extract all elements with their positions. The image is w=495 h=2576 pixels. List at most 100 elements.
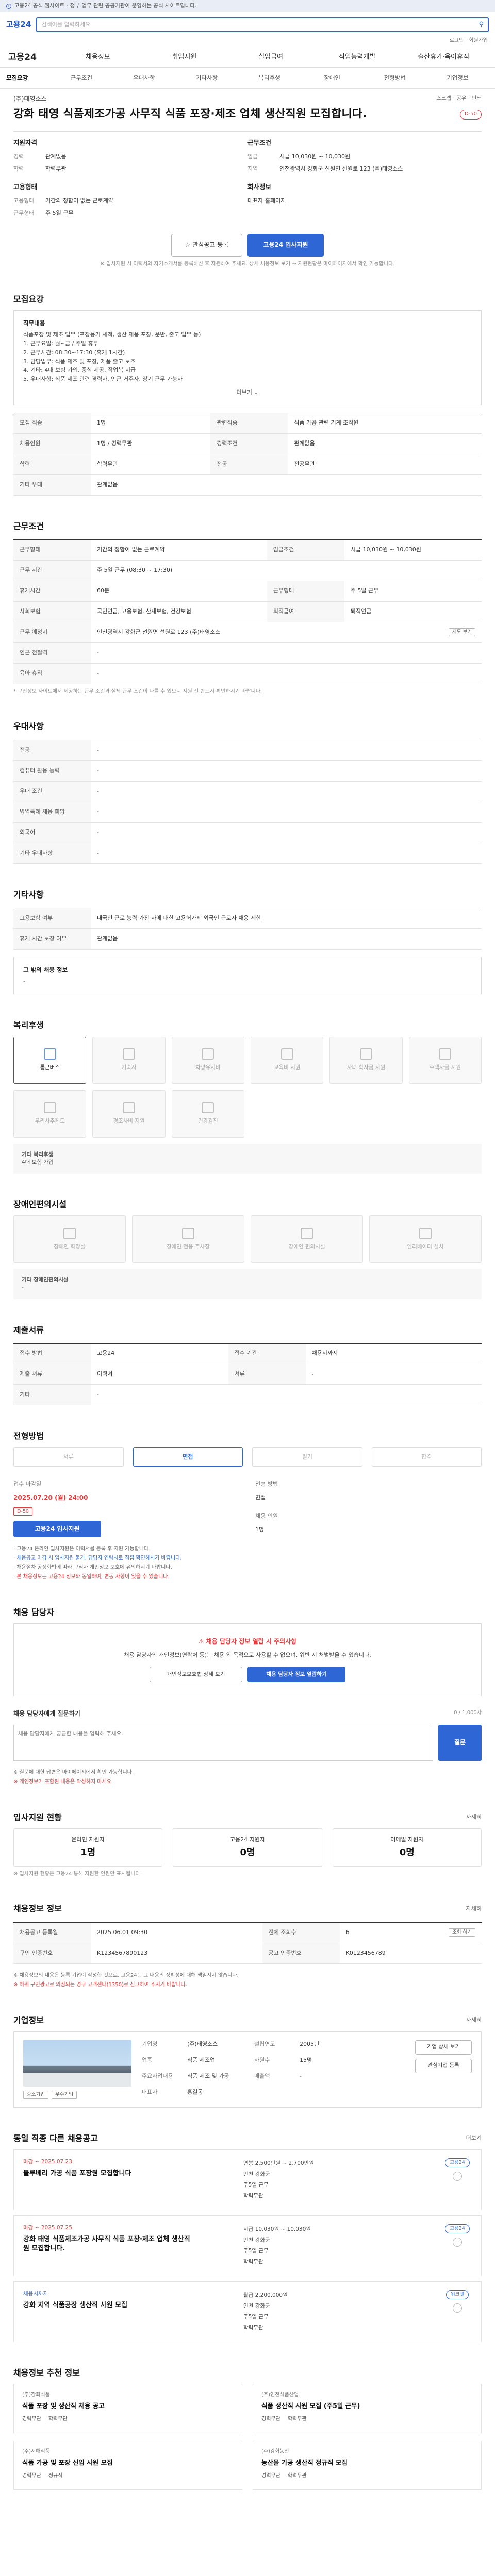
job-card[interactable]: 채용시까지 강화 지역 식품공장 생산직 사원 모집 월급 2,200,000원 인… — [13, 2281, 482, 2342]
question-submit-button[interactable]: 질문 — [438, 1724, 482, 1761]
company-key: 업종 — [142, 2056, 153, 2063]
gnb-item[interactable]: 출산휴가·육아휴직 — [400, 53, 487, 62]
welfare-label: 차량유지비 — [195, 1064, 221, 1071]
box-text: - — [23, 978, 25, 985]
warning-icon: ⚠ — [198, 1638, 204, 1646]
info-more-link[interactable]: 자세히 — [466, 1905, 482, 1913]
tab-welfare[interactable]: 복리후생 — [238, 74, 301, 82]
table-value: 고용24 — [91, 1343, 228, 1364]
company-name[interactable]: (주)태영소스 — [13, 95, 47, 104]
welfare-item: 기숙사 — [92, 1036, 166, 1084]
page-actions[interactable]: 스크랩 · 공유 · 인쇄 — [436, 95, 482, 104]
search-input[interactable]: 검색어를 입력하세요 ⚲ — [36, 17, 489, 32]
company-value: 홍길동 — [187, 2088, 203, 2095]
summary-key: 경력 — [13, 153, 24, 160]
job-card-title[interactable]: 강화 태영 식품제조가공 사무직 식품 포장·제조 업체 생산직원 모집합니다. — [23, 2235, 193, 2253]
materials-table: 접수 방법 고용24 접수 기간 채용시까지 제출 서류 이력서 서류 - 기타 - — [13, 1343, 482, 1405]
welfare-item: 통근버스 — [13, 1036, 87, 1084]
welfare-item: 교육비 지원 — [250, 1036, 324, 1084]
related-company: (주)인천식품산업 — [261, 2392, 299, 2398]
related-section: 채용정보 추천 정보 (주)강화식품 식품 포장 및 생산직 채용 공고 경력무관 학… — [13, 2367, 482, 2490]
gnb-logo[interactable]: 고용24 — [8, 51, 55, 64]
related-tag: 경력무관 — [22, 2473, 41, 2479]
view-contact-button[interactable]: 채용 담당자 정보 열람하기 — [248, 1667, 345, 1683]
bullet: ※ 개인정보가 포함된 내용은 작성하지 마세요. — [13, 1778, 113, 1785]
gnb-item[interactable]: 채용정보 — [55, 53, 141, 62]
table-value: 6 — [345, 1929, 350, 1936]
job-card[interactable]: 마감 ~ 2025.07.25 강화 태영 식품제조가공 사무직 식품 포장·제조… — [13, 2215, 482, 2276]
tab-recruit[interactable]: 모집요강 — [6, 74, 50, 82]
company-card: 중소기업 우수기업 기업명 (주)태영소스 설립연도 2005년 업종 식품 제조업 사원… — [13, 2031, 482, 2108]
company-info-links[interactable]: 대표자 홈페이지 — [248, 197, 286, 205]
tab-work[interactable]: 근무조건 — [50, 74, 113, 82]
job-meta: 학력무관 — [243, 2192, 263, 2199]
process-apply-button[interactable]: 고용24 입사지원 — [13, 1521, 101, 1538]
tab-prefer[interactable]: 우대사항 — [113, 74, 176, 82]
disability-label: 장애인 편의시설 — [288, 1243, 325, 1250]
gnb-item[interactable]: 취업지원 — [141, 53, 228, 62]
table-key: 관련직종 — [210, 413, 288, 434]
related-company: (주)강화식품 — [22, 2392, 50, 2398]
tab-disability[interactable]: 장애인 — [301, 74, 364, 82]
table-value: 기간의 정함이 없는 근로계약 — [91, 539, 267, 561]
apply-button[interactable]: 고용24 입사지원 — [248, 234, 324, 257]
table-key: 근무형태 — [267, 581, 344, 602]
job-date: 마감 ~ 2025.07.23 — [23, 2158, 72, 2165]
question-textarea[interactable] — [13, 1724, 433, 1761]
star-icon[interactable] — [453, 2171, 462, 2181]
etc-section: 기타사항 고용보험 여부 내국인 근로 능력 가진 자에 대한 고용허가제 외국인… — [13, 889, 482, 995]
table-key: 휴게 시간 보장 여부 — [13, 928, 91, 950]
welfare-item: 자녀 학자금 지원 — [329, 1036, 403, 1084]
table-value: - — [91, 843, 482, 864]
star-icon[interactable] — [453, 2237, 462, 2247]
tab-etc[interactable]: 기타사항 — [175, 74, 238, 82]
related-title[interactable]: 농산물 가공 생산직 정규직 모집 — [261, 2459, 473, 2467]
house-icon — [439, 1048, 452, 1060]
signup-link[interactable]: 회원가입 — [469, 37, 488, 47]
related-card[interactable]: (주)서해식품 식품 가공 및 포장 신입 사원 모집 경력무관 정규직 — [13, 2440, 242, 2490]
scrap-button[interactable]: ☆ 관심공고 등록 — [171, 234, 242, 257]
gnb-item[interactable]: 직업능력개발 — [314, 53, 401, 62]
related-card[interactable]: (주)강화농산 농산물 가공 생산직 정규직 모집 경력무관 학력무관 — [253, 2440, 482, 2490]
privacy-button[interactable]: 개인정보보호법 상세 보기 — [150, 1667, 242, 1683]
related-card[interactable]: (주)강화식품 식품 포장 및 생산직 채용 공고 경력무관 학력무관 — [13, 2383, 242, 2433]
gnb-item[interactable]: 실업급여 — [227, 53, 314, 62]
login-link[interactable]: 로그인 — [450, 37, 464, 47]
desc-line: 3. 담당업무: 식품 제조 및 포장, 제품 출고 보조 — [23, 358, 136, 365]
table-value: - — [91, 1384, 482, 1405]
stats-more-link[interactable]: 자세히 — [466, 1813, 482, 1821]
tab-company[interactable]: 기업정보 — [426, 74, 489, 82]
related-title[interactable]: 식품 가공 및 포장 신입 사원 모집 — [22, 2459, 234, 2467]
company-value: - — [300, 2072, 302, 2079]
table-value: 관계없음 — [288, 433, 482, 454]
company-detail-button[interactable]: 기업 상세 보기 — [415, 2040, 472, 2055]
job-card-title[interactable]: 블루베리 가공 식품 포장원 모집합니다 — [23, 2169, 193, 2178]
more-button[interactable]: 더보기 ⌄ — [23, 388, 472, 397]
bullet: ※ 채용정보의 내용은 등록 기업이 작성한 것으로, 고용24는 그 내용의 … — [13, 1972, 239, 1978]
disability-grid: 장애인 화장실 장애인 전용 주차장 장애인 편의시설 엘리베이터 설치 — [13, 1215, 482, 1263]
tab-process[interactable]: 전형방법 — [364, 74, 426, 82]
process-bullets: · 고용24 온라인 입사지원은 이력서를 등록 후 지원 가능합니다. · 채… — [13, 1545, 482, 1582]
similar-more-link[interactable]: 더보기 — [466, 2134, 482, 2142]
stat-card: 이메일 지원자 0명 — [332, 1828, 482, 1867]
job-meta: 학력무관 — [243, 2258, 263, 2265]
bullet: · 고용24 온라인 입사지원은 이력서를 등록 후 지원 가능합니다. — [13, 1546, 151, 1552]
table-value: - — [91, 740, 482, 761]
view-count-button[interactable]: 조회 하기 — [449, 1928, 475, 1937]
job-card[interactable]: 마감 ~ 2025.07.23 블루베리 가공 식품 포장원 모집합니다 연봉 2… — [13, 2149, 482, 2210]
table-value: - — [305, 1364, 482, 1385]
related-title[interactable]: 식품 포장 및 생산직 채용 공고 — [22, 2402, 234, 2411]
search-icon[interactable]: ⚲ — [478, 20, 484, 30]
site-logo[interactable]: 고용24 — [6, 19, 31, 30]
job-card-title[interactable]: 강화 지역 식품공장 생산직 사원 모집 — [23, 2301, 193, 2310]
table-value: 관계없음 — [91, 928, 482, 950]
summary-heading: 고용형태 — [13, 183, 38, 191]
related-card[interactable]: (주)인천식품산업 식품 생산직 사원 모집 (주5일 근무) 경력무관 학력무관 — [253, 2383, 482, 2433]
star-icon[interactable] — [453, 2303, 462, 2313]
related-title[interactable]: 식품 생산직 사원 모집 (주5일 근무) — [261, 2402, 473, 2411]
summary-value: 인천광역시 강화군 선원면 선원로 123 (주)태영소스 — [279, 165, 403, 173]
company-more-link[interactable]: 자세히 — [466, 2016, 482, 2024]
company-follow-button[interactable]: 관심기업 등록 — [415, 2058, 472, 2073]
map-button[interactable]: 지도 보기 — [449, 628, 475, 637]
stat-label: 이메일 지원자 — [390, 1836, 424, 1843]
